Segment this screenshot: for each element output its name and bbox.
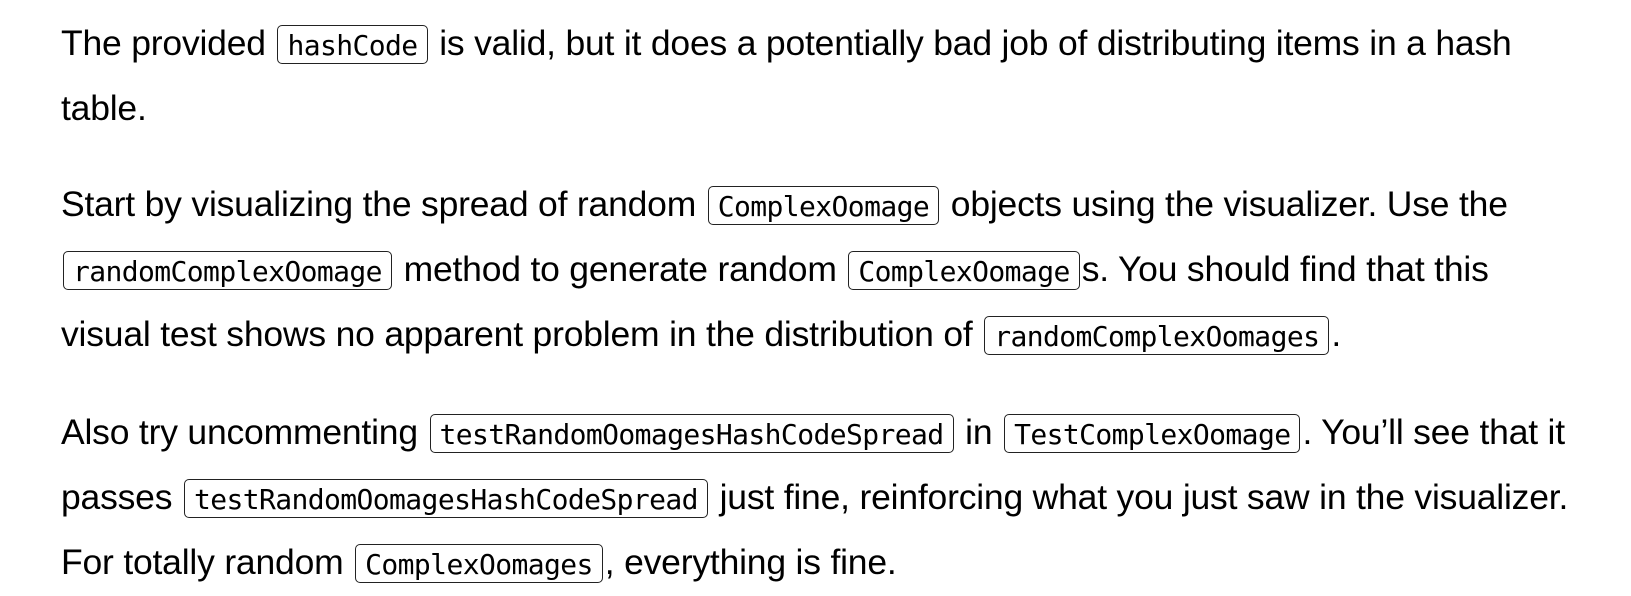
text-run: , everything is fine. [604,542,897,582]
inline-code: TestComplexOomage [1004,414,1301,453]
inline-code: ComplexOomages [355,544,603,583]
text-run: objects using the visualizer. Use the [941,184,1508,224]
inline-code: testRandomOomagesHashCodeSpread [429,414,954,453]
inline-code: randomComplexOomages [984,316,1330,355]
paragraph-hashcode-intro: The provided hashCode is valid, but it d… [61,12,1581,140]
inline-code: ComplexOomage [707,186,940,225]
paragraph-test-spread: Also try uncommenting testRandomOomagesH… [61,401,1581,596]
text-run: Start by visualizing the spread of rando… [61,184,706,224]
inline-code: ComplexOomage [848,251,1080,290]
text-run: Also try uncommenting [61,412,428,452]
inline-code: randomComplexOomage [63,251,392,290]
text-run: . [1331,314,1342,354]
text-run: in [955,412,1003,452]
document-body: The provided hashCode is valid, but it d… [61,12,1581,596]
inline-code: testRandomOomagesHashCodeSpread [183,479,708,518]
text-run: The provided [61,23,276,63]
inline-code: hashCode [277,25,428,64]
text-run: method to generate random [393,249,847,289]
paragraph-visualizer: Start by visualizing the spread of rando… [61,173,1581,368]
